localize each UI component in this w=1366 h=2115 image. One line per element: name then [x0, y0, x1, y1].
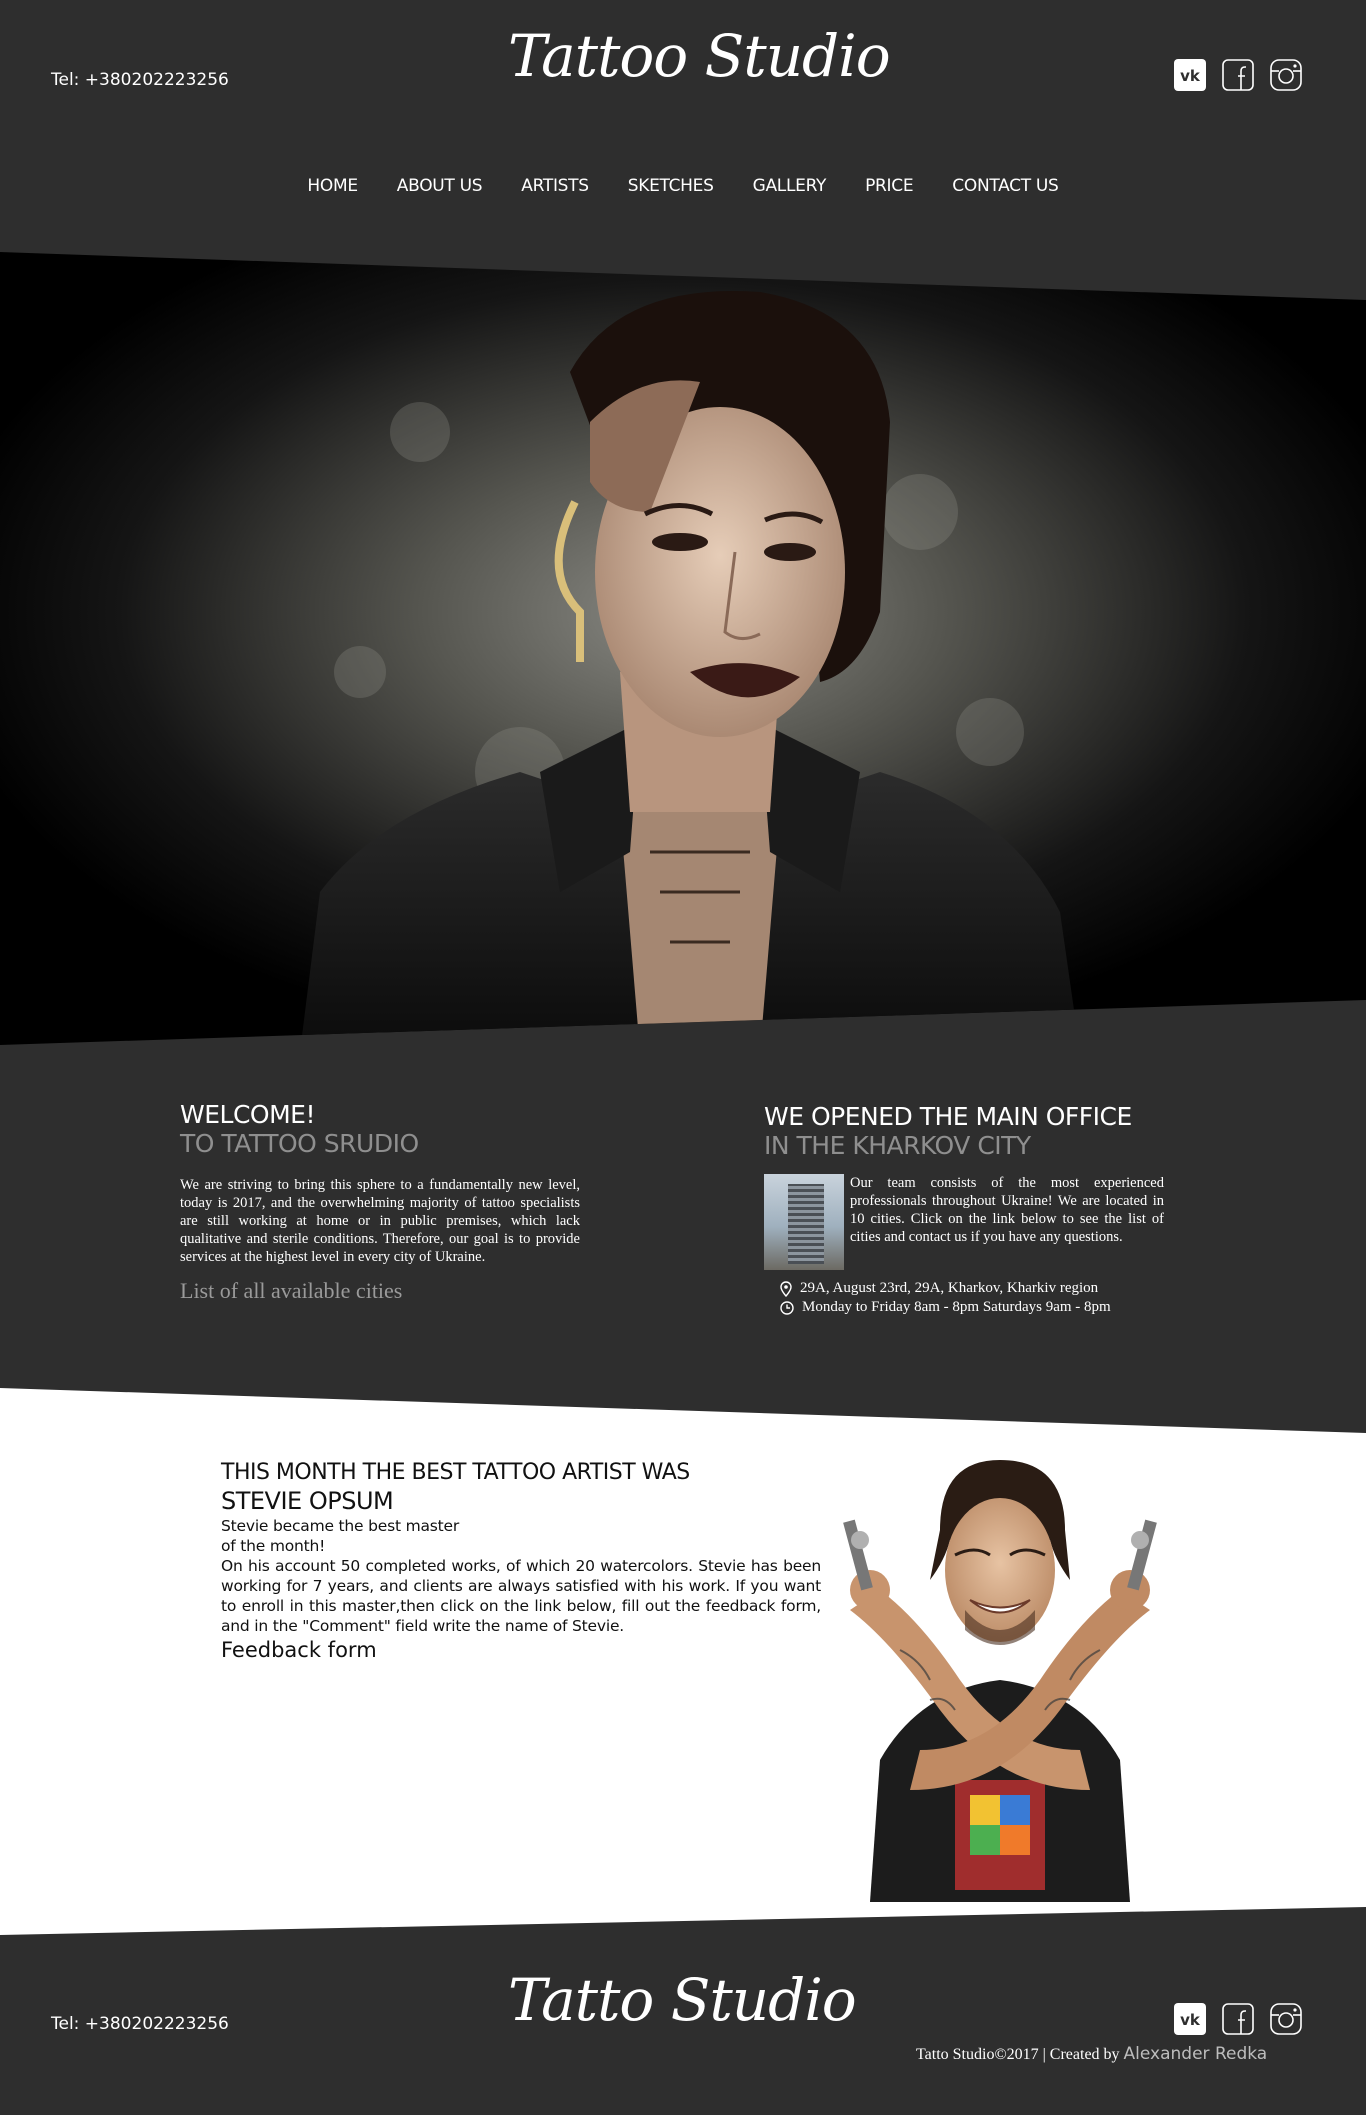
office-address-row: 29A, August 23rd, 29A, Kharkov, Kharkiv … — [780, 1280, 1164, 1297]
cities-list-link[interactable]: List of all available cities — [180, 1278, 600, 1304]
footer-logo[interactable]: Tatto Studio — [508, 1966, 857, 2034]
office-subtitle: IN THE KHARKOV CITY — [764, 1131, 1031, 1160]
facebook-icon[interactable] — [1221, 2002, 1255, 2036]
artist-intro-line2: of the month! — [221, 1537, 326, 1555]
artist-name: STEVIE OPSUM — [221, 1487, 394, 1515]
footer-social-links: vk — [1173, 2002, 1303, 2036]
office-building-image — [764, 1174, 844, 1270]
svg-text:vk: vk — [1180, 67, 1201, 85]
welcome-block: WELCOME! TO TATTOO SRUDIO We are strivin… — [180, 1100, 600, 1304]
instagram-icon[interactable] — [1269, 2002, 1303, 2036]
hero-image — [0, 252, 1366, 1045]
office-text: Our team consists of the most experience… — [850, 1175, 1164, 1245]
nav-artists[interactable]: ARTISTS — [521, 176, 589, 196]
artist-block: THIS MONTH THE BEST TATTOO ARTIST WAS ST… — [221, 1458, 821, 1662]
office-info: Our team consists of the most experience… — [764, 1174, 1164, 1270]
office-address: 29A, August 23rd, 29A, Kharkov, Kharkiv … — [800, 1280, 1099, 1296]
footer-copyright: Tatto Studio©2017 | Created by Alexander… — [916, 2044, 1267, 2064]
author-link[interactable]: Alexander Redka — [1124, 2044, 1268, 2064]
nav-contact-us[interactable]: CONTACT US — [952, 176, 1059, 196]
vk-icon[interactable]: vk — [1173, 2002, 1207, 2036]
office-hours: Monday to Friday 8am - 8pm Saturdays 9am… — [802, 1299, 1111, 1315]
main-nav: HOME ABOUT US ARTISTS SKETCHES GALLERY P… — [0, 176, 1366, 196]
header-phone[interactable]: Tel: +380202223256 — [51, 70, 229, 90]
nav-home[interactable]: HOME — [307, 176, 358, 196]
clock-icon — [780, 1300, 794, 1315]
office-hours-row: Monday to Friday 8am - 8pm Saturdays 9am… — [780, 1299, 1164, 1316]
svg-text:vk: vk — [1180, 2011, 1201, 2029]
feedback-form-link[interactable]: Feedback form — [221, 1638, 821, 1662]
office-block: WE OPENED THE MAIN OFFICE IN THE KHARKOV… — [764, 1102, 1164, 1316]
welcome-text: We are striving to bring this sphere to … — [180, 1177, 580, 1265]
header-social-links: vk — [1173, 58, 1303, 92]
welcome-title: WELCOME! — [180, 1100, 315, 1129]
nav-about-us[interactable]: ABOUT US — [397, 176, 483, 196]
instagram-icon[interactable] — [1269, 58, 1303, 92]
location-pin-icon — [780, 1280, 792, 1297]
artist-intro-line1: Stevie became the best master — [221, 1517, 460, 1535]
artist-title: THIS MONTH THE BEST TATTOO ARTIST WAS — [221, 1460, 690, 1485]
site-header: Tel: +380202223256 Tattoo Studio vk HOME… — [0, 0, 1366, 260]
header-logo[interactable]: Tattoo Studio — [508, 22, 891, 90]
office-title: WE OPENED THE MAIN OFFICE — [764, 1102, 1132, 1131]
welcome-subtitle: TO TATTOO SRUDIO — [180, 1129, 419, 1158]
footer-phone[interactable]: Tel: +380202223256 — [51, 2014, 229, 2034]
vk-icon[interactable]: vk — [1173, 58, 1207, 92]
nav-sketches[interactable]: SKETCHES — [628, 176, 714, 196]
artist-photo — [843, 1460, 1157, 1902]
artist-text: On his account 50 completed works, of wh… — [221, 1557, 821, 1635]
hero-banner — [0, 252, 1366, 1052]
nav-price[interactable]: PRICE — [865, 176, 914, 196]
facebook-icon[interactable] — [1221, 58, 1255, 92]
copyright-text: Tatto Studio©2017 | Created by — [916, 2046, 1120, 2063]
nav-gallery[interactable]: GALLERY — [753, 176, 827, 196]
